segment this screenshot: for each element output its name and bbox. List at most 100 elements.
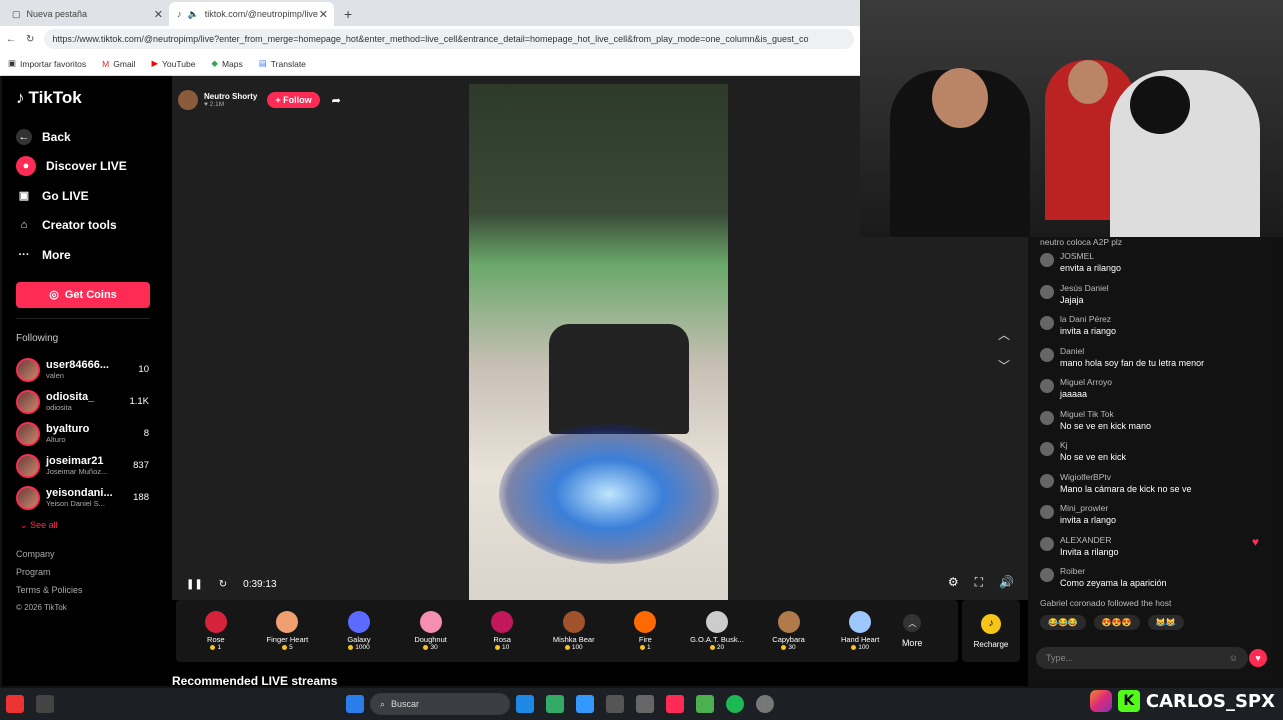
speaker-icon[interactable]: 🔈 <box>188 9 199 20</box>
bookmark-import[interactable]: ▣ Importar favoritos <box>8 58 86 69</box>
coin-icon: ♪ <box>981 613 1001 634</box>
footer-link[interactable]: Company <box>16 545 167 563</box>
app-icon[interactable] <box>36 695 54 713</box>
bookmark-translate[interactable]: ▤ Translate <box>259 58 306 69</box>
tiktok-logo[interactable]: ♪ TikTok <box>16 88 167 108</box>
live-icon: ● <box>16 156 36 177</box>
gift-item[interactable]: Galaxy 1000 <box>323 611 395 651</box>
gift-item[interactable]: Finger Heart 5 <box>252 611 324 651</box>
nav-more[interactable]: ··· More <box>16 240 167 270</box>
avatar[interactable] <box>1040 568 1054 582</box>
following-item[interactable]: byalturo Alturo 8 <box>16 418 151 450</box>
close-icon[interactable]: ✕ <box>319 8 328 21</box>
gift-price: 30 <box>781 644 795 651</box>
chat-username[interactable]: WigiolferBPtv <box>1060 472 1192 483</box>
app-icon[interactable] <box>636 695 654 713</box>
chevron-up-icon[interactable]: ︿ <box>998 326 1010 343</box>
fullscreen-icon[interactable]: ⛶ <box>975 575 983 590</box>
bookmark-gmail[interactable]: M Gmail <box>102 59 135 69</box>
footer-link[interactable]: Terms & Policies <box>16 581 167 599</box>
refresh-icon[interactable]: ↻ <box>219 579 227 590</box>
gift-item[interactable]: Hand Heart 100 <box>824 611 896 651</box>
nav-go-live[interactable]: ▣ Go LIVE <box>16 181 167 211</box>
host-name[interactable]: Neutro Shorty <box>204 92 257 101</box>
following-item[interactable]: odiosita_ odiosita 1.1K <box>16 386 151 418</box>
following-item[interactable]: yeisondani... Yeison Daniel S... 188 <box>16 482 151 514</box>
taskbar-search[interactable]: ⌕ Buscar <box>370 693 510 715</box>
avatar[interactable] <box>1040 505 1054 519</box>
recharge-button[interactable]: ♪ Recharge <box>962 600 1020 662</box>
avatar[interactable] <box>1040 536 1054 551</box>
avatar[interactable] <box>1040 284 1054 299</box>
chat-username[interactable]: JOSMEL <box>1060 251 1121 262</box>
face-middle <box>1068 60 1108 104</box>
share-icon[interactable]: ➦ <box>332 94 341 107</box>
pause-icon[interactable]: ❚❚ <box>186 579 203 590</box>
avatar[interactable] <box>1040 253 1054 267</box>
gift-item[interactable]: Rosa 10 <box>466 611 538 651</box>
app-icon[interactable] <box>6 695 24 713</box>
reaction-cat[interactable]: 😹😹 <box>1147 615 1184 630</box>
app-icon[interactable] <box>546 695 564 713</box>
volume-icon[interactable]: 🔊 <box>999 575 1014 590</box>
chat-username[interactable]: Roiber <box>1060 566 1167 577</box>
windows-icon[interactable] <box>346 695 364 713</box>
chrome-icon[interactable] <box>696 695 714 713</box>
following-item[interactable]: user84666... valen 10 <box>16 354 151 386</box>
heart-icon[interactable]: ♥ <box>1249 649 1267 667</box>
follow-button[interactable]: + Follow <box>267 92 320 108</box>
nav-back[interactable]: ← Back <box>16 122 167 152</box>
chat-username[interactable]: Miguel Tik Tok <box>1060 409 1151 420</box>
chevron-down-icon[interactable]: ﹀ <box>998 357 1010 374</box>
settings-icon[interactable]: ⚙ <box>948 575 959 590</box>
chat-username[interactable]: Kj <box>1060 440 1126 451</box>
emoji-icon[interactable]: ☺ <box>1229 653 1238 663</box>
avatar[interactable] <box>1040 442 1054 456</box>
reaction-love[interactable]: 😍😍😍 <box>1093 615 1140 630</box>
video-stream[interactable] <box>469 84 728 600</box>
footer-link[interactable]: Program <box>16 563 167 581</box>
gift-item[interactable]: G.O.A.T. Busk... 20 <box>681 611 753 651</box>
close-icon[interactable]: ✕ <box>154 8 163 21</box>
app-icon[interactable] <box>756 695 774 713</box>
chat-username[interactable]: Miguel Arroyo <box>1060 377 1112 388</box>
chat-username[interactable]: Mini_prowler <box>1060 503 1116 514</box>
avatar[interactable] <box>1040 316 1054 330</box>
gift-item[interactable]: Fire 1 <box>610 611 682 651</box>
more-gifts-button[interactable]: ︿ More <box>902 614 922 648</box>
chat-username[interactable]: Jesús Daniel <box>1060 283 1109 294</box>
chat-input[interactable]: Type... ☺ <box>1036 647 1248 669</box>
gift-item[interactable]: Rose 1 <box>180 611 252 651</box>
following-item[interactable]: joseimar21 Joseimar Muñoz... 837 <box>16 450 151 482</box>
nav-creator-tools[interactable]: ⌂ Creator tools <box>16 211 167 241</box>
host-avatar[interactable] <box>178 90 198 110</box>
avatar[interactable] <box>1040 347 1054 362</box>
chat-username[interactable]: ALEXANDER <box>1060 535 1119 546</box>
tab-tiktok[interactable]: ♪ 🔈 tiktok.com/@neutropimp/live ✕ <box>169 2 334 26</box>
plus-icon[interactable]: + <box>344 6 352 22</box>
edge-icon[interactable] <box>576 695 594 713</box>
get-coins-button[interactable]: ◎ Get Coins <box>16 281 150 308</box>
avatar[interactable] <box>1040 473 1054 488</box>
avatar[interactable] <box>1040 410 1054 425</box>
bookmark-maps[interactable]: ◆ Maps <box>211 58 242 69</box>
tab-new-tab[interactable]: ▢ Nueva pestaña ✕ <box>4 2 169 26</box>
gift-item[interactable]: Capybara 30 <box>753 611 825 651</box>
bookmark-youtube[interactable]: ▶ YouTube <box>151 58 195 69</box>
gift-item[interactable]: Doughnut 30 <box>395 611 467 651</box>
nav-discover-live[interactable]: ● Discover LIVE <box>16 152 167 182</box>
chat-username[interactable]: Daniel <box>1060 346 1204 357</box>
avatar[interactable] <box>1040 379 1054 393</box>
spotify-icon[interactable] <box>726 695 744 713</box>
back-arrow-icon[interactable]: ← <box>6 34 16 45</box>
app-icon[interactable] <box>516 695 534 713</box>
reaction-laugh[interactable]: 😂😂😂 <box>1040 615 1086 630</box>
see-all-link[interactable]: ⌄ See all <box>20 520 167 531</box>
app-icon[interactable] <box>606 695 624 713</box>
chat-username[interactable]: la Dani Pérez <box>1060 314 1116 325</box>
gift-name: Rose <box>207 635 225 644</box>
address-bar[interactable]: https://www.tiktok.com/@neutropimp/live?… <box>44 29 854 49</box>
tiktok-icon[interactable] <box>666 695 684 713</box>
reload-icon[interactable]: ↻ <box>26 34 34 45</box>
gift-item[interactable]: Mishka Bear 100 <box>538 611 610 651</box>
